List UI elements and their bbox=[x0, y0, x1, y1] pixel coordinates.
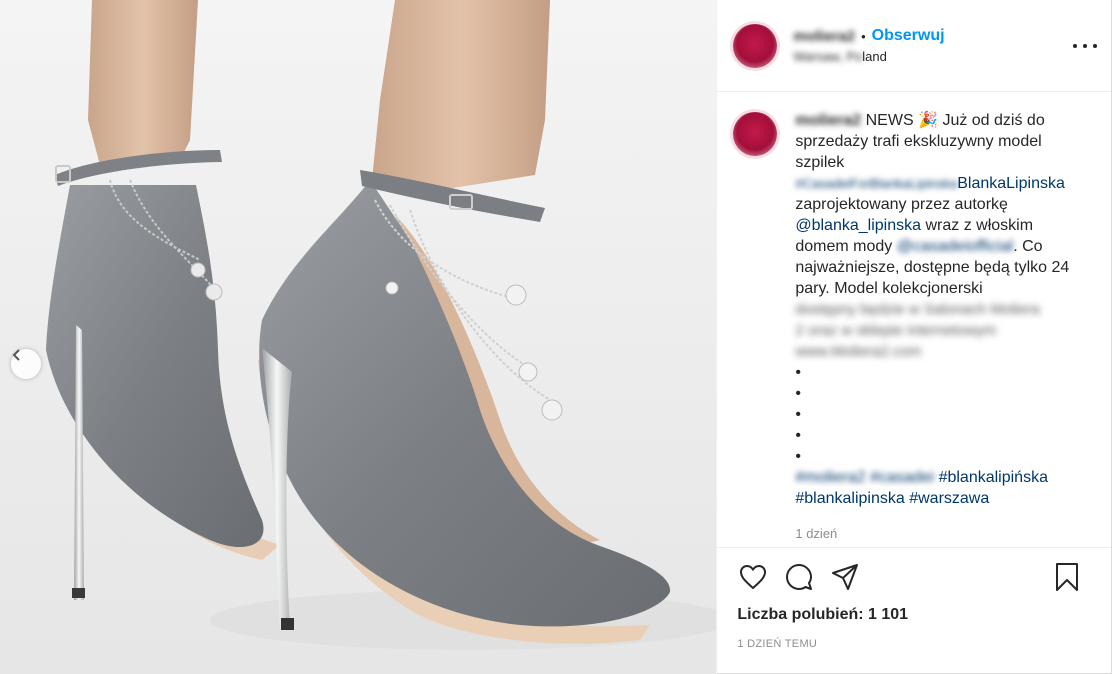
mention-blanka-lipinska[interactable]: @blanka_lipinska bbox=[795, 217, 921, 234]
location-link[interactable]: Warsaw, Poland bbox=[793, 49, 1093, 64]
bottom-spacer bbox=[717, 650, 1111, 674]
location-blurred: Warsaw, Po bbox=[793, 49, 863, 64]
avatar[interactable] bbox=[733, 23, 778, 68]
like-button[interactable] bbox=[737, 561, 769, 593]
hashtag-blankalipinska[interactable]: #blankalipinska bbox=[795, 490, 904, 507]
follow-button[interactable]: Obserwuj bbox=[872, 27, 945, 45]
prev-image-button[interactable] bbox=[11, 349, 41, 379]
caption-avatar[interactable] bbox=[733, 112, 778, 156]
caption-blurred-line: dostępny będzie w Salonach Moliera bbox=[795, 301, 1040, 318]
chevron-left-icon bbox=[12, 349, 20, 361]
hashtag-warszawa[interactable]: #warszawa bbox=[909, 490, 989, 507]
username-link[interactable]: moliera2 bbox=[793, 28, 855, 45]
header-text: moliera2 • Obserwuj Warsaw, Poland bbox=[793, 27, 1093, 64]
caption-bullet: • bbox=[795, 406, 801, 423]
caption-blurred-line: www.Moliera2.com bbox=[795, 343, 922, 360]
mention-blurred[interactable]: @casadeiofficial bbox=[897, 238, 1013, 255]
instagram-post: moliera2 • Obserwuj Warsaw, Poland molie… bbox=[0, 0, 1112, 674]
likes-count[interactable]: Liczba polubień: 1 101 bbox=[717, 606, 1111, 634]
caption-bullet: • bbox=[795, 385, 801, 402]
post-sidebar: moliera2 • Obserwuj Warsaw, Poland molie… bbox=[717, 0, 1111, 674]
comment-button[interactable] bbox=[783, 561, 815, 593]
caption-area: moliera2 NEWS 🎉 Już od dziś do sprzedaży… bbox=[717, 92, 1111, 548]
shoes-photo bbox=[46, 0, 717, 650]
paper-plane-icon bbox=[832, 564, 859, 590]
more-options-button[interactable] bbox=[1073, 38, 1097, 54]
post-header: moliera2 • Obserwuj Warsaw, Poland bbox=[717, 0, 1111, 92]
more-options-icon-dot bbox=[1093, 44, 1097, 48]
action-bar bbox=[717, 548, 1111, 606]
caption-bullet: • bbox=[795, 364, 801, 381]
more-options-icon-dot bbox=[1083, 44, 1087, 48]
post-timestamp[interactable]: 1 DZIEŃ TEMU bbox=[717, 634, 1111, 650]
caption-blurred-line: 2 oraz w sklepie internetowym bbox=[795, 322, 997, 339]
caption-bullet: • bbox=[795, 448, 801, 465]
caption-text-2: zaprojektowany przez autorkę bbox=[795, 196, 1008, 213]
heart-icon bbox=[740, 564, 767, 590]
caption-text: moliera2 NEWS 🎉 Już od dziś do sprzedaży… bbox=[795, 110, 1071, 547]
hashtag-blankalipinska-visible[interactable]: BlankaLipinska bbox=[957, 175, 1065, 192]
post-image[interactable] bbox=[0, 0, 718, 674]
separator: • bbox=[861, 28, 866, 44]
hashtags-blurred[interactable]: #moliera2 #casadei bbox=[795, 469, 934, 486]
save-button[interactable] bbox=[1051, 561, 1083, 593]
comment-icon bbox=[786, 564, 813, 590]
hashtag-blurred[interactable]: #CasadeiForBlankaLipinska bbox=[795, 176, 957, 191]
share-button[interactable] bbox=[829, 561, 861, 593]
bookmark-icon bbox=[1056, 563, 1078, 591]
caption-username[interactable]: moliera2 bbox=[795, 112, 861, 129]
caption-time: 1 dzień bbox=[795, 526, 838, 541]
more-options-icon bbox=[1073, 44, 1077, 48]
location-visible: land bbox=[862, 49, 887, 64]
caption-bullet: • bbox=[795, 427, 801, 444]
hashtag-blankalipinska-pl[interactable]: #blankalipińska bbox=[939, 469, 1048, 486]
